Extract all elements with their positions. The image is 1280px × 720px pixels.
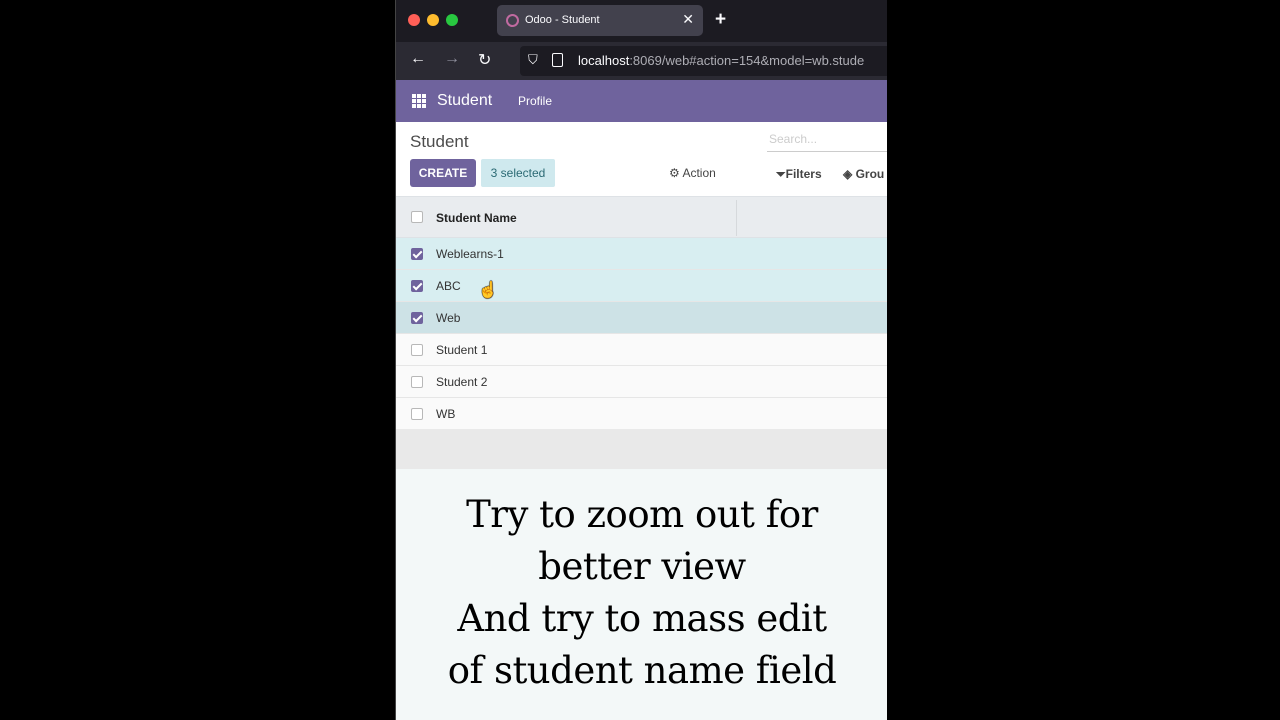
list-header: Student Name [396, 196, 887, 238]
student-name-cell: ABC [436, 279, 461, 293]
selected-count-badge: 3 selected [481, 159, 555, 187]
breadcrumb: Student [410, 132, 469, 151]
back-arrow-icon[interactable]: ← [410, 50, 426, 68]
row-checkbox[interactable] [411, 312, 423, 324]
column-header-student-name[interactable]: Student Name [436, 211, 517, 225]
page-icon[interactable] [552, 53, 563, 67]
row-checkbox[interactable] [411, 248, 423, 260]
caption-line: of student name field [447, 649, 837, 692]
select-all-checkbox[interactable] [411, 211, 423, 223]
url-path: :8069/web#action=154&model=wb.stude [629, 53, 865, 68]
shield-icon[interactable]: ⛉ [528, 52, 538, 68]
menu-profile[interactable]: Profile [518, 94, 552, 108]
gear-icon: ⚙ [669, 166, 680, 180]
student-name-cell: Student 1 [436, 343, 488, 357]
apps-menu-icon[interactable] [412, 94, 426, 108]
create-button[interactable]: CREATE [410, 159, 476, 187]
url-host: localhost [578, 53, 630, 68]
caption-line: And try to mass edit [457, 597, 827, 640]
reload-icon[interactable]: ↻ [478, 50, 491, 70]
row-checkbox[interactable] [411, 376, 423, 388]
row-checkbox[interactable] [411, 344, 423, 356]
list-footer-area [396, 429, 887, 469]
student-name-cell: Student 2 [436, 375, 488, 389]
odoo-favicon-icon [506, 14, 519, 27]
filters-label: Filters [785, 167, 822, 181]
table-row[interactable]: Student 1 [396, 334, 887, 366]
group-by-dropdown[interactable]: ◈ Grou [843, 167, 884, 181]
table-row[interactable]: WB [396, 398, 887, 430]
table-row[interactable]: Student 2 [396, 366, 887, 398]
browser-tab[interactable]: Odoo - Student ✕ [497, 5, 703, 36]
caption-line: better view [538, 545, 746, 588]
search-input[interactable]: Search... [767, 130, 887, 152]
browser-window: Odoo - Student ✕ + ← → ↻ ⛉ localhost:806… [395, 0, 887, 720]
table-row[interactable]: Web [396, 302, 887, 334]
search-placeholder: Search... [769, 132, 818, 146]
caption-line: Try to zoom out for [466, 493, 818, 536]
table-row[interactable]: Weblearns-1 [396, 238, 887, 270]
row-checkbox[interactable] [411, 280, 423, 292]
close-window-button[interactable] [408, 14, 420, 26]
minimize-window-button[interactable] [427, 14, 439, 26]
caption-text: Try to zoom out for better view And try … [396, 489, 887, 697]
browser-toolbar: ← → ↻ ⛉ localhost:8069/web#action=154&mo… [396, 42, 887, 80]
close-icon[interactable]: ✕ [682, 11, 694, 28]
forward-arrow-icon[interactable]: → [444, 50, 460, 68]
filters-dropdown[interactable]: ⏷Filters [776, 167, 822, 182]
student-name-cell: Weblearns-1 [436, 247, 504, 261]
caption-overlay: Try to zoom out for better view And try … [396, 469, 887, 720]
url-text[interactable]: localhost:8069/web#action=154&model=wb.s… [578, 53, 864, 68]
tab-bar: Odoo - Student ✕ + [396, 0, 887, 42]
action-label: Action [682, 166, 716, 180]
tab-title: Odoo - Student [525, 14, 600, 26]
student-name-cell: Web [436, 311, 461, 325]
action-dropdown[interactable]: ⚙ Action [669, 166, 716, 180]
table-row[interactable]: ABC [396, 270, 887, 302]
filter-icon: ⏷ [776, 167, 786, 181]
new-tab-button[interactable]: + [715, 9, 726, 31]
groupby-label: Grou [855, 167, 885, 181]
address-bar[interactable]: ⛉ localhost:8069/web#action=154&model=wb… [520, 46, 887, 76]
column-separator [736, 200, 737, 236]
student-name-cell: WB [436, 407, 456, 421]
app-name[interactable]: Student [437, 92, 492, 110]
maximize-window-button[interactable] [446, 14, 458, 26]
hand-cursor-icon: ☝ [478, 282, 498, 299]
row-checkbox[interactable] [411, 408, 423, 420]
layers-icon: ◈ [843, 167, 853, 181]
odoo-navbar: Student Profile [396, 80, 887, 122]
